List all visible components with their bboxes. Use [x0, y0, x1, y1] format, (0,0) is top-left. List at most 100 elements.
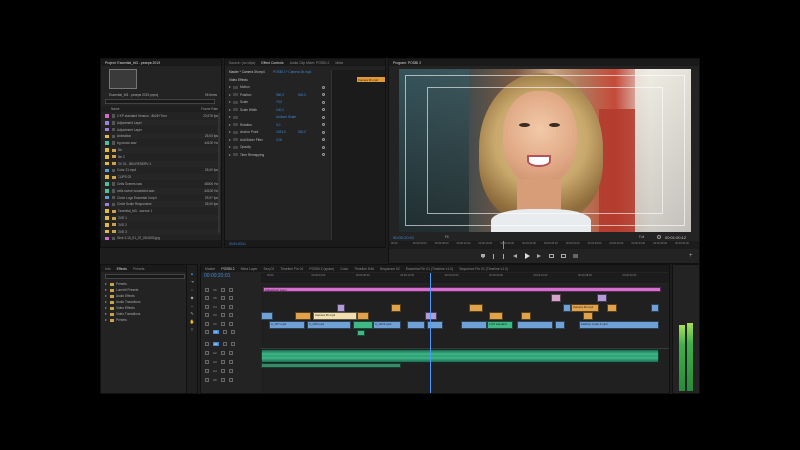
track-lock-icon[interactable]: [205, 313, 209, 317]
fx-badge-icon[interactable]: [233, 130, 238, 134]
clip-v3-b[interactable]: [391, 304, 401, 312]
timeline-sequence-tab[interactable]: Timeline Edit: [354, 267, 373, 271]
label-color-swatch[interactable]: [105, 161, 109, 166]
solo-icon[interactable]: [228, 359, 233, 364]
step-back-icon[interactable]: [513, 254, 517, 258]
track-header[interactable]: A5: [201, 375, 261, 384]
timeline-sequence-tab[interactable]: POSBI 2 (spare): [309, 267, 334, 271]
project-item[interactable]: DVD 2: [101, 222, 221, 228]
tab-effect-controls[interactable]: Effect Controls: [261, 61, 283, 65]
pen-tool-icon[interactable]: ✎: [189, 311, 195, 317]
ec-property-row[interactable]: Scale 79,0: [225, 99, 329, 105]
mute-icon[interactable]: [220, 368, 225, 373]
reset-parameter-icon[interactable]: [322, 153, 325, 156]
project-item[interactable]: Color 21.mp4 25,00 fps: [101, 167, 221, 173]
col-name[interactable]: Name: [111, 107, 201, 111]
selection-tool-icon[interactable]: ▲: [189, 271, 195, 277]
ec-property-row[interactable]: Motion: [225, 84, 329, 90]
track-lock-icon[interactable]: [205, 287, 209, 292]
timeline-ruler[interactable]: 00:00 00:00:04:00 00:00:08:00 00:00:12:00 00…: [261, 273, 669, 283]
label-color-swatch[interactable]: [105, 182, 109, 186]
reset-parameter-icon[interactable]: [322, 115, 325, 119]
clip-v2-c[interactable]: [357, 312, 369, 320]
track-header[interactable]: A1: [201, 339, 261, 348]
project-item[interactable]: Bin 2: [101, 154, 221, 160]
clip-v4-b[interactable]: [597, 294, 607, 302]
track-lock-icon[interactable]: [205, 359, 209, 364]
track-header[interactable]: V1: [201, 328, 261, 337]
ec-property-value[interactable]: Uniform Scale: [276, 115, 298, 119]
solo-icon[interactable]: [228, 350, 233, 355]
eye-icon[interactable]: [220, 304, 225, 309]
ec-property-row[interactable]: Anti-flicker Filter 0,00: [225, 137, 329, 143]
disclosure-triangle-icon[interactable]: [105, 319, 107, 321]
clip-v2-a[interactable]: [261, 312, 273, 320]
program-timecode[interactable]: 00:00:20:01: [393, 235, 414, 240]
fx-badge-icon[interactable]: [233, 85, 238, 89]
track-lock-icon[interactable]: [205, 321, 209, 326]
clip-v2-e[interactable]: [489, 312, 503, 320]
ec-property-value[interactable]: 960,0: [276, 93, 298, 97]
label-color-swatch[interactable]: [105, 175, 109, 179]
ec-property-value[interactable]: 1024,0: [276, 130, 298, 134]
project-item[interactable]: Circle Logo Essential 3.mp4 29,97 fps: [101, 195, 221, 201]
project-item[interactable]: Adjustment Layer: [101, 127, 221, 133]
track-label[interactable]: V4: [213, 305, 217, 309]
timeline-sequence-tab[interactable]: Master: [205, 267, 215, 271]
disclosure-triangle-icon[interactable]: [229, 116, 231, 118]
ec-property-value-2[interactable]: 540,0: [298, 93, 318, 97]
ripple-edit-icon[interactable]: ⇔: [189, 287, 195, 293]
disclosure-triangle-icon[interactable]: [105, 307, 107, 309]
reset-parameter-icon[interactable]: [322, 85, 325, 89]
clip-v1-h[interactable]: [517, 321, 553, 329]
track-header[interactable]: A2: [201, 348, 261, 357]
clip-v3-a[interactable]: [337, 304, 345, 312]
slip-tool-icon[interactable]: ↔: [189, 303, 195, 309]
disclosure-triangle-icon[interactable]: [105, 301, 107, 303]
label-color-swatch[interactable]: [105, 195, 109, 200]
disclosure-triangle-icon[interactable]: [105, 313, 107, 315]
clip-v2-d[interactable]: [425, 312, 437, 320]
ec-timecode[interactable]: 00:00:20:01: [229, 242, 246, 246]
label-color-swatch[interactable]: [105, 121, 109, 125]
tab-metadata[interactable]: Meta: [335, 61, 343, 65]
timeline-sequence-tab[interactable]: Color: [340, 267, 348, 271]
clip-v1-c[interactable]: [353, 321, 373, 329]
mute-icon[interactable]: [220, 350, 225, 355]
clip-v1-fashion[interactable]: Fashion music 2.mp4: [579, 321, 659, 329]
reset-parameter-icon[interactable]: [322, 123, 325, 126]
disclosure-triangle-icon[interactable]: [229, 146, 231, 148]
track-lock-icon[interactable]: [205, 330, 209, 334]
clip-adjustment-layer[interactable]: Adjustment Layer: [263, 287, 661, 292]
timeline-playhead[interactable]: [430, 273, 431, 393]
timeline-sequence-tab[interactable]: POSBI 2: [221, 267, 234, 271]
program-resolution-dropdown[interactable]: Full: [639, 235, 644, 239]
type-tool-icon[interactable]: T: [189, 327, 195, 333]
clip-v2-g[interactable]: [583, 312, 593, 320]
timeline-sequence-tab[interactable]: Sequence 02: [380, 267, 400, 271]
eye-icon[interactable]: [220, 321, 225, 326]
tab-source[interactable]: Source: (no clips): [229, 61, 255, 65]
disclosure-triangle-icon[interactable]: [105, 283, 107, 285]
label-color-swatch[interactable]: [105, 114, 109, 118]
timeline-sequence-tab[interactable]: Meta Layer: [241, 267, 258, 271]
ec-property-value[interactable]: 0,00: [276, 138, 298, 142]
track-label[interactable]: V3: [213, 313, 217, 317]
sync-lock-icon[interactable]: [228, 321, 233, 326]
fx-badge-icon[interactable]: [233, 123, 238, 126]
project-item[interactable]: Essential_fd3 - чистое 1: [101, 208, 221, 214]
ec-property-value[interactable]: 79,0: [276, 100, 298, 104]
disclosure-triangle-icon[interactable]: [105, 289, 107, 291]
eye-icon[interactable]: [220, 313, 225, 317]
track-lock-icon[interactable]: [205, 350, 209, 355]
track-label[interactable]: A4: [213, 369, 217, 373]
label-color-swatch[interactable]: [105, 216, 109, 220]
tab-presets[interactable]: Presets: [133, 267, 145, 271]
eye-icon[interactable]: [222, 330, 227, 334]
label-color-swatch[interactable]: [105, 189, 109, 193]
clip-v1-a[interactable]: C_Ch7.mp4: [269, 321, 305, 329]
ec-mini-timeline[interactable]: [331, 70, 385, 240]
add-button-icon[interactable]: +: [689, 253, 693, 259]
clip-v2-camera[interactable]: Camera 3h.mp4: [313, 312, 357, 320]
col-frame-rate[interactable]: Frame Rate: [201, 107, 221, 111]
